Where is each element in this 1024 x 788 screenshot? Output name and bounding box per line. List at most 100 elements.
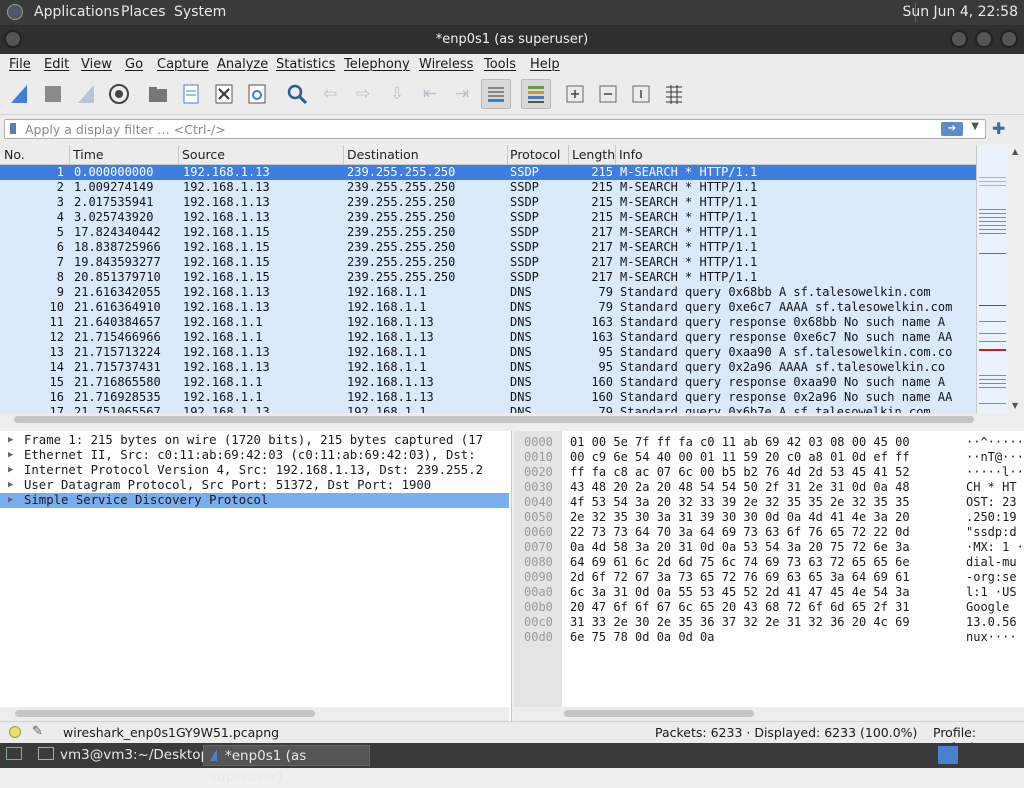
menu-go[interactable]: Go xyxy=(125,57,143,72)
expert-info-led-icon[interactable] xyxy=(9,726,21,738)
minimize-button[interactable] xyxy=(950,30,968,48)
capture-options-gear-icon[interactable] xyxy=(107,82,131,106)
details-horizontal-scrollbar[interactable] xyxy=(0,707,509,721)
scroll-up-arrow-icon[interactable]: ▲ xyxy=(1012,147,1018,156)
menu-wireless[interactable]: Wireless xyxy=(419,57,473,72)
menu-capture[interactable]: Capture xyxy=(157,57,209,72)
menu-help[interactable]: Help xyxy=(530,57,560,72)
table-row[interactable]: 9 21.616342055 192.168.1.13 192.168.1.1 DNS 7… xyxy=(0,285,976,300)
menu-edit[interactable]: Edit xyxy=(44,57,69,72)
restart-capture-icon[interactable] xyxy=(74,82,98,106)
workspace-switcher[interactable] xyxy=(938,746,958,764)
resize-columns-icon[interactable] xyxy=(662,82,686,106)
filter-bookmark-icon[interactable] xyxy=(10,123,16,134)
capture-comment-pencil-icon[interactable]: ✎ xyxy=(32,724,43,739)
table-row[interactable]: 4 3.025743920 192.168.1.13 239.255.255.250 S… xyxy=(0,210,976,225)
gnome-foot-icon[interactable] xyxy=(7,4,23,20)
scrollbar-thumb[interactable] xyxy=(564,710,754,717)
bytes-row[interactable]: 0000 01 00 5e 7f ff fa c0 11 ab 69 42 03 … xyxy=(514,435,1024,450)
stop-capture-icon[interactable] xyxy=(41,82,65,106)
colorize-list-icon[interactable] xyxy=(521,79,551,109)
detail-frame[interactable]: ▶ Frame 1: 215 bytes on wire (1720 bits)… xyxy=(0,433,509,448)
table-row[interactable]: 6 18.838725966 192.168.1.15 239.255.255.250… xyxy=(0,240,976,255)
table-row[interactable]: 7 19.843593277 192.168.1.15 239.255.255.250… xyxy=(0,255,976,270)
scroll-down-arrow-icon[interactable]: ▼ xyxy=(1012,401,1018,410)
bytes-row[interactable]: 00d0 6e 75 78 0d 0a 0d 0a nux···· xyxy=(514,630,1024,645)
table-row[interactable]: 11 21.640384657 192.168.1.1 192.168.1.13 DNS… xyxy=(0,315,976,330)
bytes-row[interactable]: 0020 ff fa c8 ac 07 6c 00 b5 b2 76 4d 2d … xyxy=(514,465,1024,480)
bytes-row[interactable]: 0060 22 73 73 64 70 3a 64 69 73 63 6f 76 … xyxy=(514,525,1024,540)
zoom-out-icon[interactable] xyxy=(596,82,620,106)
expand-triangle-icon[interactable]: ▶ xyxy=(8,433,13,448)
bytes-row[interactable]: 00a0 6c 3a 31 0d 0a 55 53 45 52 2d 41 47 … xyxy=(514,585,1024,600)
system-menu[interactable]: System xyxy=(174,4,226,20)
close-file-icon[interactable] xyxy=(212,82,236,106)
task-wireshark[interactable]: *enp0s1 (as superuser) xyxy=(203,745,370,785)
scrollbar-thumb[interactable] xyxy=(15,710,315,717)
scrollbar-thumb[interactable] xyxy=(14,416,974,423)
show-desktop-icon[interactable] xyxy=(2,745,26,766)
packet-list-horizontal-scrollbar[interactable] xyxy=(0,413,1024,427)
table-row[interactable]: 2 1.009274149 192.168.1.13 239.255.255.250 S… xyxy=(0,180,976,195)
go-first-packet-icon[interactable]: ⇤ xyxy=(418,82,442,106)
normal-size-icon[interactable] xyxy=(629,82,653,106)
menu-telephony[interactable]: Telephony xyxy=(344,57,410,72)
column-header-protocol[interactable]: Protocol xyxy=(510,147,560,162)
table-row[interactable]: 8 20.851379710 192.168.1.15 239.255.255.250… xyxy=(0,270,976,285)
table-row[interactable]: 13 21.715713224 192.168.1.13 192.168.1.1 DNS… xyxy=(0,345,976,360)
table-row[interactable]: 12 21.715466966 192.168.1.1 192.168.1.13 DNS… xyxy=(0,330,976,345)
bytes-row[interactable]: 00b0 20 47 6f 6f 67 6c 65 20 43 68 72 6f … xyxy=(514,600,1024,615)
bytes-row[interactable]: 0050 2e 32 35 30 3a 31 39 30 30 0d 0a 4d … xyxy=(514,510,1024,525)
column-divider[interactable] xyxy=(69,145,70,164)
menu-analyze[interactable]: Analyze xyxy=(217,57,268,72)
save-file-icon[interactable] xyxy=(179,82,203,106)
maximize-button[interactable] xyxy=(975,30,993,48)
table-row[interactable]: 3 2.017535941 192.168.1.13 239.255.255.250 S… xyxy=(0,195,976,210)
expand-triangle-icon[interactable]: ▶ xyxy=(8,463,13,478)
chevron-down-icon[interactable]: ▼ xyxy=(971,121,979,132)
column-header-time[interactable]: Time xyxy=(73,147,104,162)
detail-ssdp[interactable]: ▶ Simple Service Discovery Protocol xyxy=(0,493,509,508)
expand-triangle-icon[interactable]: ▶ xyxy=(8,448,13,463)
bytes-row[interactable]: 00c0 31 33 2e 30 2e 35 36 37 32 2e 31 32 … xyxy=(514,615,1024,630)
detail-ipv4[interactable]: ▶ Internet Protocol Version 4, Src: 192.… xyxy=(0,463,509,478)
go-forward-arrow-icon[interactable]: ⇨ xyxy=(351,82,375,106)
column-divider[interactable] xyxy=(507,145,508,164)
table-row[interactable]: 10 21.616364910 192.168.1.13 192.168.1.1 DNS… xyxy=(0,300,976,315)
bytes-row[interactable]: 0040 4f 53 54 3a 20 32 33 39 2e 32 35 35 … xyxy=(514,495,1024,510)
bytes-row[interactable]: 0080 64 69 61 6c 2d 6d 75 6c 74 69 73 63 … xyxy=(514,555,1024,570)
menu-tools[interactable]: Tools xyxy=(484,57,516,72)
reload-file-icon[interactable] xyxy=(245,82,269,106)
table-row[interactable]: 5 17.824340442 192.168.1.15 239.255.255.250… xyxy=(0,225,976,240)
find-packet-magnifier-icon[interactable] xyxy=(285,82,309,106)
go-last-packet-icon[interactable]: ⇥ xyxy=(450,82,474,106)
bytes-row[interactable]: 0090 2d 6f 72 67 3a 73 65 72 76 69 63 65 … xyxy=(514,570,1024,585)
bytes-row[interactable]: 0030 43 48 20 2a 20 48 54 54 50 2f 31 2e … xyxy=(514,480,1024,495)
column-header-destination[interactable]: Destination xyxy=(347,147,419,162)
go-to-packet-icon[interactable]: ⇩ xyxy=(385,82,409,106)
packet-minimap[interactable] xyxy=(976,145,1009,413)
apply-filter-arrow-icon[interactable]: ➔ xyxy=(941,122,963,136)
detail-ethernet[interactable]: ▶ Ethernet II, Src: c0:11:ab:69:42:03 (c… xyxy=(0,448,509,463)
places-menu[interactable]: Places xyxy=(121,4,166,20)
table-row[interactable]: 16 21.716928535 192.168.1.1 192.168.1.13 DNS… xyxy=(0,390,976,405)
clock[interactable]: Sun Jun 4, 22:58 xyxy=(902,4,1018,20)
autoscroll-icon[interactable] xyxy=(481,79,511,109)
add-filter-button-plus-icon[interactable]: ✚ xyxy=(992,119,1005,138)
open-file-folder-icon[interactable] xyxy=(146,82,170,106)
applications-menu[interactable]: Applications xyxy=(34,4,120,20)
bytes-row[interactable]: 0010 00 c9 6e 54 40 00 01 11 59 20 c0 a8 … xyxy=(514,450,1024,465)
column-divider[interactable] xyxy=(615,145,616,164)
menu-statistics[interactable]: Statistics xyxy=(276,57,335,72)
task-terminal[interactable]: vm3@vm3:~/Desktop xyxy=(32,745,215,766)
window-title-bar[interactable]: *enp0s1 (as superuser) xyxy=(0,25,1024,54)
table-row[interactable]: 15 21.716865580 192.168.1.1 192.168.1.13 DNS… xyxy=(0,375,976,390)
expand-triangle-icon[interactable]: ▶ xyxy=(8,478,13,493)
table-row[interactable]: 17 21.751065567 192.168.1.13 192.168.1.1 DNS… xyxy=(0,405,976,413)
go-back-arrow-icon[interactable]: ⇦ xyxy=(318,82,342,106)
column-header-source[interactable]: Source xyxy=(182,147,225,162)
menu-view[interactable]: View xyxy=(81,57,112,72)
zoom-in-icon[interactable] xyxy=(563,82,587,106)
packet-list-vertical-scrollbar[interactable]: ▲ ▼ xyxy=(1008,145,1024,413)
column-header-no[interactable]: No. xyxy=(4,147,25,162)
